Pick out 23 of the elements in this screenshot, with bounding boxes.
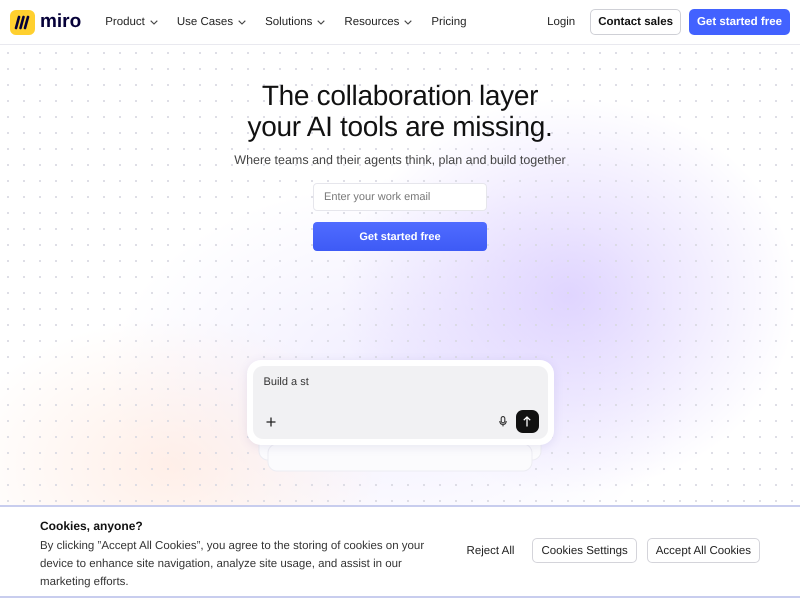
prompt-input-field[interactable]: Build a st [264,374,309,388]
microphone-icon[interactable] [498,416,506,427]
login-link[interactable]: Login [547,16,576,28]
hero-subtitle: Where teams and their agents think, plan and build together [234,153,566,167]
cookie-description: By clicking ”Accept All Cookies”, you agree to the storing of cookies on your device to enhance site navigation, analyze site usage, and assist in our marketing efforts. [40,538,426,590]
cookie-button[interactable]: Accept All Cookies [646,538,760,563]
nav-menu-button[interactable]: Use Cases [176,16,246,28]
get-started-button[interactable]: Get started free [688,9,790,35]
get-started-button[interactable]: Get started free [313,222,487,251]
email-input-field[interactable]: Enter your work email [313,183,487,211]
nav-menu-button[interactable]: Solutions [265,16,326,28]
cookie-button[interactable]: Cookies Settings [532,538,637,563]
contact-sales-button[interactable]: Contact sales [590,9,681,35]
nav-menu-button[interactable]: Resources [344,16,412,28]
nav-menu-button[interactable]: Product [105,16,158,28]
nav-menu-button[interactable]: Pricing [431,16,467,28]
arrow-up-icon [523,416,531,427]
hero-title: The collaboration layer your AI tools are missing. [248,80,552,142]
send-button[interactable] [516,410,538,433]
cookie-title: Cookies, anyone? [40,518,144,532]
plus-icon[interactable] [266,416,276,426]
logo-icon[interactable] [10,10,35,34]
logo-wordmark[interactable]: miro [40,11,82,33]
